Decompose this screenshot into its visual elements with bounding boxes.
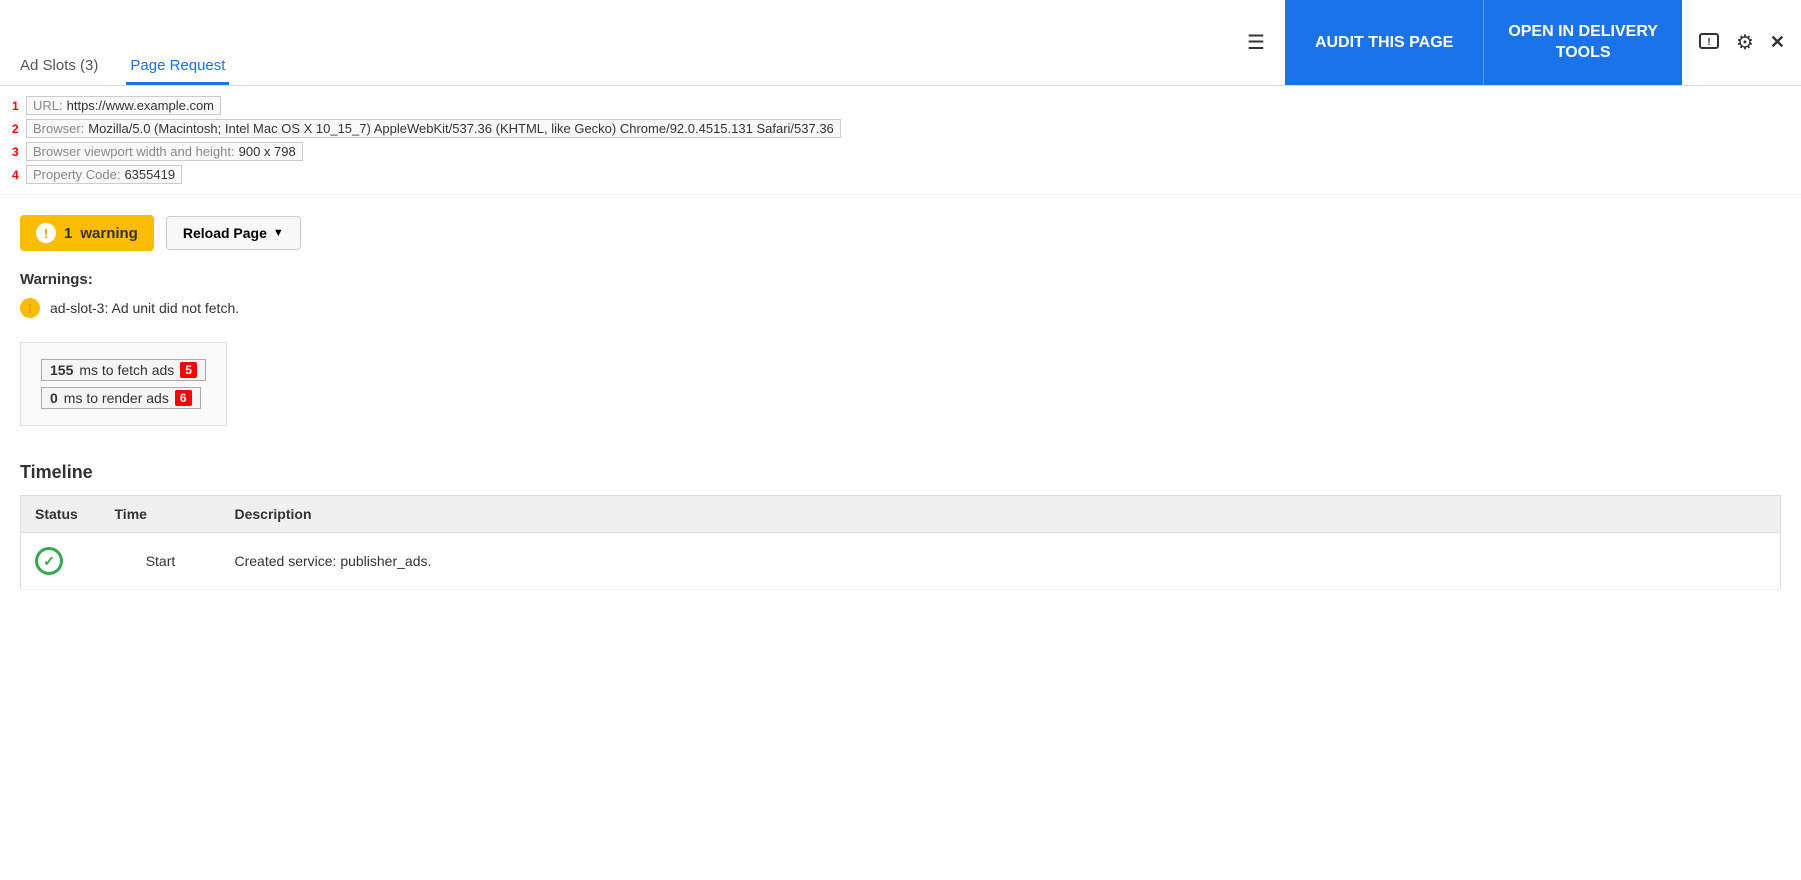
table-row: ✓ Start Created service: publisher_ads. [21, 533, 1781, 590]
stat-label-box-2: 0 ms to render ads 6 [41, 387, 201, 409]
timeline-table: Status Time Description ✓ Start Created … [20, 495, 1781, 590]
cell-status: ✓ [21, 533, 101, 590]
info-box-property: Property Code: 6355419 [26, 165, 182, 184]
status-ok-icon: ✓ [35, 547, 63, 575]
tab-ad-slots[interactable]: Ad Slots (3) [16, 47, 102, 85]
warning-badge-icon: ! [36, 223, 56, 243]
property-label: Property Code: [33, 167, 120, 182]
reload-page-label: Reload Page [183, 225, 267, 241]
header: Ad Slots (3) Page Request ☰ AUDIT THIS P… [0, 0, 1801, 86]
feedback-button[interactable]: ! [1698, 32, 1720, 54]
warning-item-text: ad-slot-3: Ad unit did not fetch. [50, 300, 239, 316]
header-icons: ! ⚙ ✕ [1682, 0, 1801, 85]
row-num-2: 2 [12, 122, 24, 136]
browser-label: Browser: [33, 121, 84, 136]
cell-description: Created service: publisher_ads. [221, 533, 1781, 590]
menu-button[interactable]: ☰ [1227, 0, 1285, 85]
tab-bar: Ad Slots (3) Page Request [0, 0, 245, 85]
warning-bar: ! 1 warning Reload Page ▼ [20, 215, 1781, 251]
delivery-btn-line1: OPEN IN DELIVERY [1508, 23, 1658, 40]
warning-item-1: ! ad-slot-3: Ad unit did not fetch. [20, 298, 1781, 318]
info-row-4: 4 Property Code: 6355419 [12, 163, 1789, 186]
description-value: Created service: publisher_ads. [235, 553, 432, 569]
warning-count: 1 [64, 225, 72, 242]
timeline-thead: Status Time Description [21, 496, 1781, 533]
stat-fetch-badge: 5 [180, 362, 197, 378]
browser-value: Mozilla/5.0 (Macintosh; Intel Mac OS X 1… [88, 121, 834, 136]
info-section: 1 URL: https://www.example.com 2 Browser… [0, 86, 1801, 195]
gear-icon: ⚙ [1736, 30, 1754, 55]
row-num-3: 3 [12, 145, 24, 159]
header-spacer [245, 0, 1227, 85]
property-value: 6355419 [124, 167, 175, 182]
viewport-value: 900 x 798 [239, 144, 296, 159]
hamburger-icon: ☰ [1247, 30, 1265, 55]
open-in-delivery-tools-button[interactable]: OPEN IN DELIVERY TOOLS [1483, 0, 1682, 85]
time-value: Start [146, 553, 176, 569]
info-row-2: 2 Browser: Mozilla/5.0 (Macintosh; Intel… [12, 117, 1789, 140]
timeline-heading: Timeline [20, 462, 1781, 483]
chevron-down-icon: ▼ [273, 227, 284, 239]
cell-time: Start [101, 533, 221, 590]
tab-page-request[interactable]: Page Request [126, 47, 229, 85]
col-header-status: Status [21, 496, 101, 533]
url-label: URL: [33, 98, 63, 113]
delivery-btn-line2: TOOLS [1556, 44, 1611, 61]
info-row-1: 1 URL: https://www.example.com [12, 94, 1789, 117]
timeline-header-row: Status Time Description [21, 496, 1781, 533]
warning-badge: ! 1 warning [20, 215, 154, 251]
info-row-3: 3 Browser viewport width and height: 900… [12, 140, 1789, 163]
warnings-heading: Warnings: [20, 271, 1781, 288]
settings-button[interactable]: ⚙ [1736, 30, 1754, 55]
row-num-4: 4 [12, 168, 24, 182]
stats-box: 155 ms to fetch ads 5 0 ms to render ads… [20, 342, 227, 426]
stat-row-2: 0 ms to render ads 6 [41, 387, 206, 409]
svg-text:!: ! [1707, 37, 1710, 48]
info-box-url: URL: https://www.example.com [26, 96, 221, 115]
col-header-time: Time [101, 496, 221, 533]
stat-fetch-label: ms to fetch ads [79, 362, 174, 378]
stat-label-box-1: 155 ms to fetch ads 5 [41, 359, 206, 381]
stat-render-label: ms to render ads [64, 390, 169, 406]
info-box-viewport: Browser viewport width and height: 900 x… [26, 142, 303, 161]
info-box-browser: Browser: Mozilla/5.0 (Macintosh; Intel M… [26, 119, 841, 138]
row-num-1: 1 [12, 99, 24, 113]
warning-item-icon: ! [20, 298, 40, 318]
feedback-icon: ! [1698, 32, 1720, 54]
col-header-description: Description [221, 496, 1781, 533]
close-button[interactable]: ✕ [1770, 32, 1785, 53]
warnings-section: Warnings: ! ad-slot-3: Ad unit did not f… [20, 271, 1781, 318]
main-content: ! 1 warning Reload Page ▼ Warnings: ! ad… [0, 195, 1801, 610]
viewport-label: Browser viewport width and height: [33, 144, 235, 159]
timeline-tbody: ✓ Start Created service: publisher_ads. [21, 533, 1781, 590]
url-value: https://www.example.com [67, 98, 214, 113]
stat-fetch-value: 155 [50, 362, 73, 378]
stat-render-badge: 6 [175, 390, 192, 406]
stat-render-value: 0 [50, 390, 58, 406]
warning-label: warning [80, 225, 138, 242]
audit-this-page-button[interactable]: AUDIT THIS PAGE [1285, 0, 1483, 85]
close-icon: ✕ [1770, 32, 1785, 53]
reload-page-button[interactable]: Reload Page ▼ [166, 216, 301, 250]
stat-row-1: 155 ms to fetch ads 5 [41, 359, 206, 381]
